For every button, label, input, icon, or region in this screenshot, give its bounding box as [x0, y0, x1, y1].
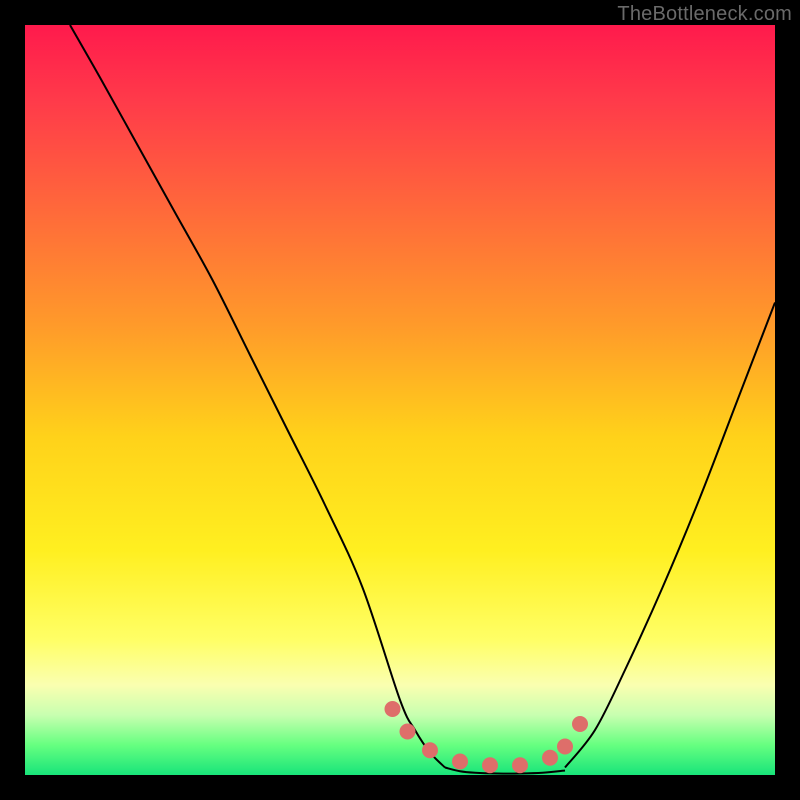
curve-right — [565, 303, 775, 768]
highlight-dot — [557, 739, 573, 755]
highlight-dot — [572, 716, 588, 732]
highlight-dot — [512, 757, 528, 773]
curve-left — [70, 25, 445, 768]
chart-frame: TheBottleneck.com — [0, 0, 800, 800]
highlight-dot — [385, 701, 401, 717]
highlight-dot — [482, 757, 498, 773]
plot-area — [25, 25, 775, 775]
highlight-dot — [422, 742, 438, 758]
watermark-text: TheBottleneck.com — [617, 3, 792, 26]
highlight-dot — [452, 754, 468, 770]
highlight-dot — [400, 724, 416, 740]
highlight-dots-group — [385, 701, 589, 773]
chart-svg — [25, 25, 775, 775]
highlight-dot — [542, 750, 558, 766]
